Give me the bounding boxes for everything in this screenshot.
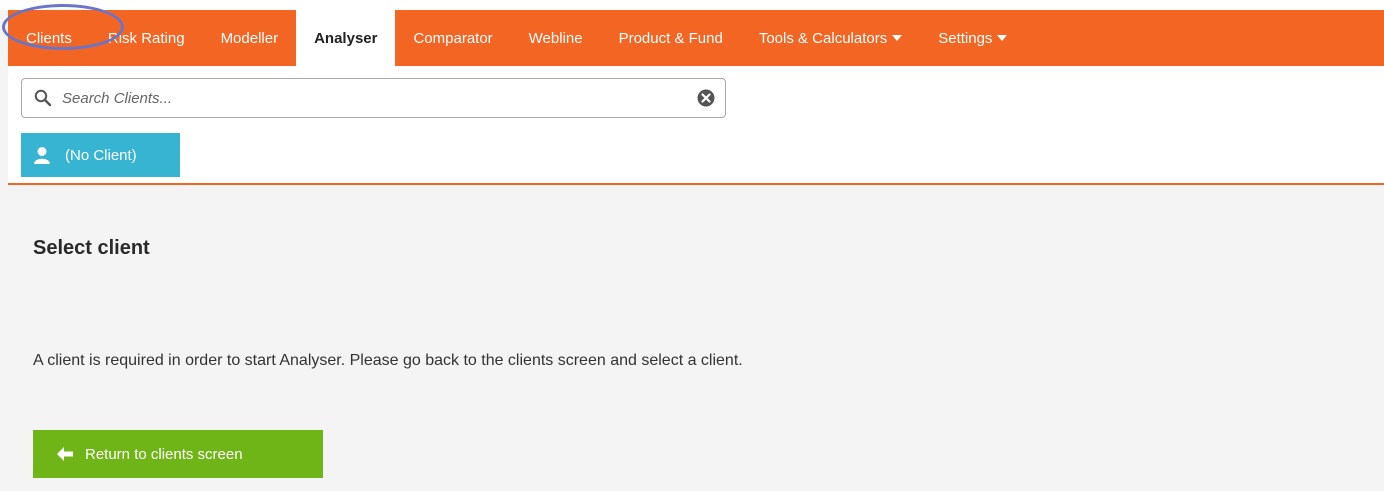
user-icon [34,147,50,164]
search-input[interactable] [60,88,664,108]
nav-item-label: Risk Rating [107,29,185,47]
caret-down-icon [892,35,903,41]
nav-item-label: Tools & Calculators [758,29,888,47]
caret-down-icon [997,35,1008,41]
info-message: A client is required in order to start A… [33,352,743,369]
return-to-clients-button[interactable]: Return to clients screen [33,430,323,478]
nav-item-label: Clients [26,29,72,47]
nav-item-comparator[interactable]: Comparator [395,10,510,66]
nav-item-label: Comparator [413,29,493,47]
nav-item-clients[interactable]: Clients [8,10,90,66]
page-title: Select client [33,237,150,259]
nav-item-analyser[interactable]: Analyser [296,10,396,66]
nav-item-product-fund[interactable]: Product & Fund [601,10,741,66]
nav-item-tools-calculators[interactable]: Tools & Calculators [741,10,920,66]
nav-item-label: Analyser [314,29,378,47]
client-selector-label: (No Client) [65,146,137,164]
nav-item-settings[interactable]: Settings [920,10,1025,66]
nav-item-label: Settings [938,29,993,47]
nav-item-modeller[interactable]: Modeller [203,10,297,66]
search-box [21,78,726,118]
top-strip [0,0,1384,10]
nav-item-label: Webline [528,29,583,47]
nav-item-risk-rating[interactable]: Risk Rating [90,10,203,66]
nav-item-label: Modeller [220,29,279,47]
main-navbar: Clients Risk Rating Modeller Analyser Co… [8,10,1384,66]
return-button-label: Return to clients screen [85,445,243,463]
nav-item-label: Product & Fund [618,29,723,47]
nav-item-webline[interactable]: Webline [511,10,601,66]
clear-search-icon[interactable] [697,89,715,107]
client-selector-button[interactable]: (No Client) [21,133,180,177]
arrow-left-icon [57,447,73,461]
search-icon [34,89,52,107]
client-header-area: (No Client) [8,66,1384,185]
